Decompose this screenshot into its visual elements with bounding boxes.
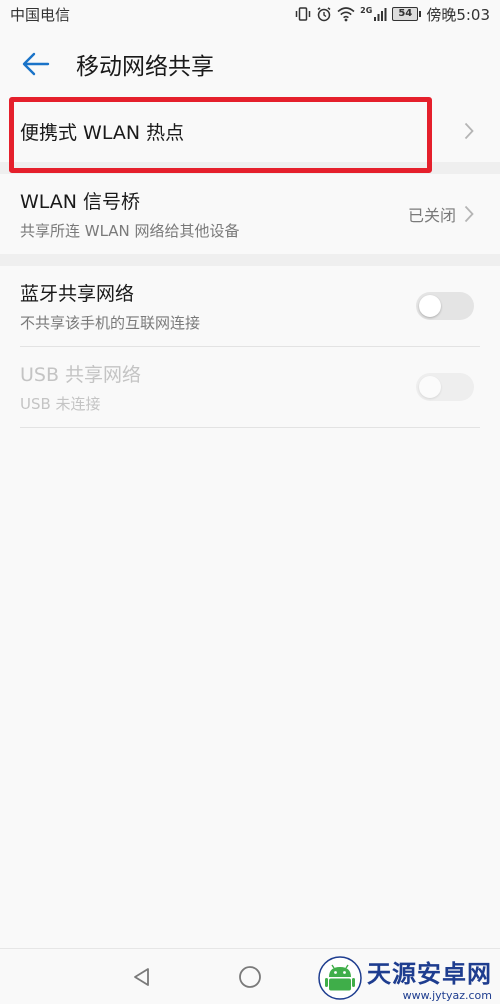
wlan-bridge-description: 共享所连 WLAN 网络给其他设备 (20, 222, 240, 240)
usb-tethering-description: USB 未连接 (20, 395, 101, 413)
portable-hotspot-label: 便携式 WLAN 热点 (20, 121, 185, 144)
signal-icon (374, 8, 387, 21)
divider (20, 427, 480, 428)
portable-hotspot-row[interactable]: 便携式 WLAN 热点 (0, 100, 500, 162)
vibrate-icon (295, 7, 311, 21)
android-robot-icon (318, 956, 362, 1000)
back-button[interactable] (20, 48, 52, 80)
wlan-bridge-status: 已关闭 (407, 206, 456, 225)
wlan-bridge-label: WLAN 信号桥 (20, 191, 141, 213)
battery-icon: 54 (392, 7, 422, 21)
usb-tethering-row: USB 共享网络 USB 未连接 (0, 347, 500, 427)
tethering-section: 蓝牙共享网络 不共享该手机的互联网连接 USB 共享网络 USB 未连接 (0, 266, 500, 428)
status-bar: 中国电信 2G 54 傍晚5:03 (0, 0, 500, 28)
section-gap (0, 254, 500, 266)
usb-tethering-toggle (416, 373, 474, 401)
watermark-name: 天源安卓网 (367, 960, 492, 988)
hotspot-section: 便携式 WLAN 热点 (0, 100, 500, 162)
watermark: 天源安卓网 www.jytyaz.com (317, 954, 492, 1002)
circle-home-icon (239, 965, 261, 988)
app-bar: 移动网络共享 (0, 28, 500, 100)
status-icons: 2G 54 傍晚5:03 (295, 4, 490, 25)
alarm-icon (317, 7, 331, 22)
nav-home-button[interactable] (236, 963, 264, 991)
usb-tethering-label: USB 共享网络 (20, 364, 142, 386)
watermark-url: www.jytyaz.com (402, 989, 492, 1002)
wlan-bridge-section: WLAN 信号桥 共享所连 WLAN 网络给其他设备 已关闭 (0, 174, 500, 254)
bluetooth-tethering-label: 蓝牙共享网络 (20, 283, 135, 305)
wlan-bridge-row[interactable]: WLAN 信号桥 共享所连 WLAN 网络给其他设备 已关闭 (0, 174, 500, 254)
arrow-left-icon (22, 52, 50, 76)
section-gap (0, 162, 500, 174)
battery-level: 54 (392, 7, 419, 21)
chevron-right-icon (464, 122, 474, 140)
network-type-label: 2G (360, 5, 373, 15)
bluetooth-tethering-description: 不共享该手机的互联网连接 (20, 314, 201, 332)
nav-back-button[interactable] (128, 963, 156, 991)
bluetooth-tethering-toggle[interactable] (416, 292, 474, 320)
triangle-back-icon (134, 967, 149, 986)
page-title: 移动网络共享 (76, 54, 214, 80)
bluetooth-tethering-row[interactable]: 蓝牙共享网络 不共享该手机的互联网连接 (0, 266, 500, 346)
wifi-icon (337, 7, 355, 22)
carrier-label: 中国电信 (10, 5, 71, 24)
chevron-right-icon (464, 205, 474, 223)
clock-label: 傍晚5:03 (426, 5, 490, 24)
